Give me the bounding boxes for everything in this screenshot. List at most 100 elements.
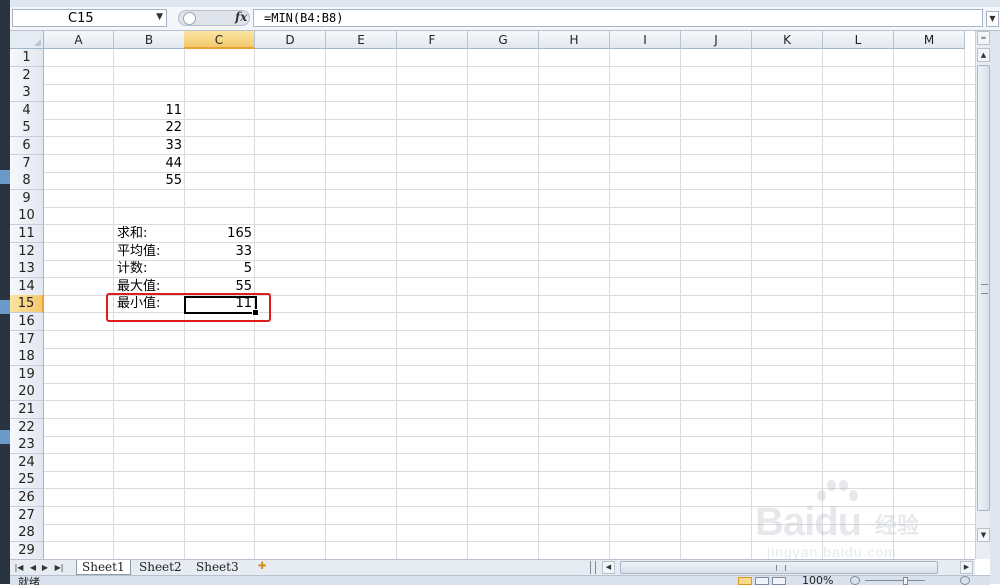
row-header-16[interactable]: 16	[10, 313, 44, 331]
row-header-3[interactable]: 3	[10, 84, 44, 102]
watermark-brand: Baidu	[755, 500, 861, 545]
gridline	[538, 49, 539, 559]
gridline	[751, 49, 752, 559]
column-header-d[interactable]: D	[255, 31, 326, 49]
row-header-17[interactable]: 17	[10, 331, 44, 349]
formula-bar: C15 ▼ fx =MIN(B4:B8) ▼	[10, 7, 1000, 31]
zoom-slider[interactable]	[865, 580, 925, 581]
baidu-jingyan-watermark: Baidu 经验 jingyan.baidu.com	[755, 478, 945, 568]
name-box-value: C15	[68, 11, 94, 26]
row-header-5[interactable]: 5	[10, 119, 44, 137]
watermark-url: jingyan.baidu.com	[767, 544, 897, 560]
column-header-h[interactable]: H	[539, 31, 610, 49]
split-handle[interactable]: ═	[977, 31, 990, 45]
formula-text: =MIN(B4:B8)	[264, 11, 343, 25]
gridline	[964, 49, 965, 559]
cell-b4[interactable]: 11	[114, 102, 185, 119]
cell-b8[interactable]: 55	[114, 172, 185, 189]
row-header-21[interactable]: 21	[10, 401, 44, 419]
row-header-27[interactable]: 27	[10, 507, 44, 525]
column-header-b[interactable]: B	[114, 31, 185, 49]
scroll-up-button[interactable]: ▲	[977, 48, 990, 62]
cell-b13[interactable]: 计数:	[114, 260, 185, 277]
gridline	[44, 365, 975, 366]
gridline	[680, 49, 681, 559]
gridline	[44, 418, 975, 419]
scroll-down-button[interactable]: ▼	[977, 528, 990, 542]
cell-b12[interactable]: 平均值:	[114, 243, 185, 260]
window-right-edge	[990, 31, 1000, 584]
row-header-26[interactable]: 26	[10, 489, 44, 507]
column-header-a[interactable]: A	[44, 31, 114, 49]
tab-sheet1[interactable]: Sheet1	[76, 560, 131, 575]
column-header-f[interactable]: F	[397, 31, 468, 49]
cell-b7[interactable]: 44	[114, 155, 185, 172]
row-header-2[interactable]: 2	[10, 67, 44, 85]
cell-b5[interactable]: 22	[114, 119, 185, 136]
row-header-25[interactable]: 25	[10, 471, 44, 489]
cell-c12[interactable]: 33	[184, 243, 255, 260]
gridline	[44, 189, 975, 190]
row-header-4[interactable]: 4	[10, 102, 44, 120]
vertical-scrollbar[interactable]: ═ ▲ ▼	[975, 31, 991, 559]
row-header-24[interactable]: 24	[10, 454, 44, 472]
gridline	[44, 84, 975, 85]
highlight-annotation	[106, 293, 271, 322]
scroll-right-button[interactable]: ▶	[960, 561, 973, 574]
row-header-6[interactable]: 6	[10, 137, 44, 155]
row-header-13[interactable]: 13	[10, 260, 44, 278]
row-header-22[interactable]: 22	[10, 419, 44, 437]
name-box[interactable]: C15 ▼	[12, 9, 167, 27]
chevron-down-icon[interactable]: ▼	[156, 12, 163, 22]
row-header-14[interactable]: 14	[10, 278, 44, 296]
select-all-button[interactable]	[10, 31, 44, 49]
gridline	[609, 49, 610, 559]
row-header-29[interactable]: 29	[10, 542, 44, 559]
cell-b11[interactable]: 求和:	[114, 225, 185, 242]
row-header-20[interactable]: 20	[10, 383, 44, 401]
row-header-10[interactable]: 10	[10, 207, 44, 225]
insert-sheet-icon[interactable]: ✚	[258, 561, 274, 574]
row-header-18[interactable]: 18	[10, 348, 44, 366]
expand-formula-bar-button[interactable]: ▼	[986, 11, 999, 27]
row-header-23[interactable]: 23	[10, 436, 44, 454]
column-header-i[interactable]: I	[610, 31, 681, 49]
gridline	[44, 453, 975, 454]
row-header-15[interactable]: 15	[10, 295, 44, 313]
column-header-l[interactable]: L	[823, 31, 894, 49]
scroll-left-button[interactable]: ◀	[602, 561, 615, 574]
row-header-9[interactable]: 9	[10, 190, 44, 208]
gridline	[325, 49, 326, 559]
gridline	[44, 471, 975, 472]
cell-c11[interactable]: 165	[184, 225, 255, 242]
column-header-e[interactable]: E	[326, 31, 397, 49]
row-header-19[interactable]: 19	[10, 366, 44, 384]
gridline	[396, 49, 397, 559]
vertical-scroll-thumb[interactable]	[977, 65, 990, 511]
row-header-12[interactable]: 12	[10, 243, 44, 261]
column-header-g[interactable]: G	[468, 31, 539, 49]
first-sheet-icon[interactable]: |◀	[12, 561, 26, 574]
tab-sheet2[interactable]: Sheet2	[134, 560, 187, 575]
formula-input[interactable]: =MIN(B4:B8)	[253, 9, 983, 27]
row-header-7[interactable]: 7	[10, 155, 44, 173]
gridline	[44, 436, 975, 437]
tab-split-handle[interactable]	[590, 561, 596, 574]
row-header-8[interactable]: 8	[10, 172, 44, 190]
watermark-brand-cn: 经验	[875, 508, 919, 540]
insert-function-button[interactable]: fx	[235, 10, 247, 24]
row-header-28[interactable]: 28	[10, 524, 44, 542]
tab-sheet3[interactable]: Sheet3	[191, 560, 244, 575]
cell-b6[interactable]: 33	[114, 137, 185, 154]
next-sheet-icon[interactable]: ▶	[38, 561, 52, 574]
last-sheet-icon[interactable]: ▶|	[52, 561, 66, 574]
column-header-m[interactable]: M	[894, 31, 965, 49]
row-header-11[interactable]: 11	[10, 225, 44, 243]
cell-c13[interactable]: 5	[184, 260, 255, 277]
column-header-j[interactable]: J	[681, 31, 752, 49]
column-header-k[interactable]: K	[752, 31, 823, 49]
desktop-left-edge	[0, 0, 10, 584]
gridline	[44, 66, 975, 67]
row-header-1[interactable]: 1	[10, 49, 44, 67]
column-header-c[interactable]: C	[184, 31, 255, 49]
